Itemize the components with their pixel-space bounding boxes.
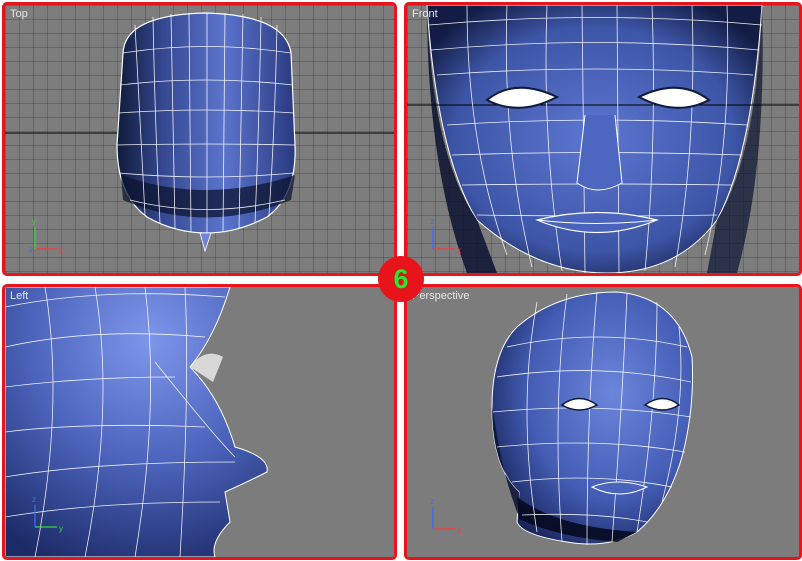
axis-gizmo-top [34,227,57,250]
axis-gizmo-perspective [432,507,455,530]
viewport-left[interactable]: Left y z [2,284,397,560]
svg-text:z: z [29,245,33,254]
viewport-label-front[interactable]: Front [412,8,438,20]
svg-text:x: x [59,246,63,255]
viewport-front[interactable]: Front x z [404,2,802,276]
svg-text:z: z [430,217,434,226]
head-mesh-left-view[interactable]: y z [5,287,394,557]
svg-text:z: z [32,495,36,504]
axis-gizmo-front [432,227,455,250]
viewport-label-left[interactable]: Left [10,290,28,302]
head-mesh-perspective-view[interactable]: x z [407,287,799,557]
head-mesh-top-view[interactable]: x y z [5,5,394,273]
step-number-badge: 6 [378,256,424,302]
viewport-top[interactable]: Top x y z [2,2,397,276]
viewport-label-top[interactable]: Top [10,8,28,20]
svg-text:x: x [457,526,461,535]
head-mesh-front-view[interactable]: x z [407,5,799,273]
step-number: 6 [393,263,409,294]
svg-text:x: x [457,246,461,255]
viewport-label-perspective[interactable]: Perspective [412,290,469,302]
svg-text:z: z [430,497,434,506]
svg-text:y: y [32,217,36,226]
viewport-perspective[interactable]: Perspective x z [404,284,802,560]
svg-text:y: y [59,524,63,533]
